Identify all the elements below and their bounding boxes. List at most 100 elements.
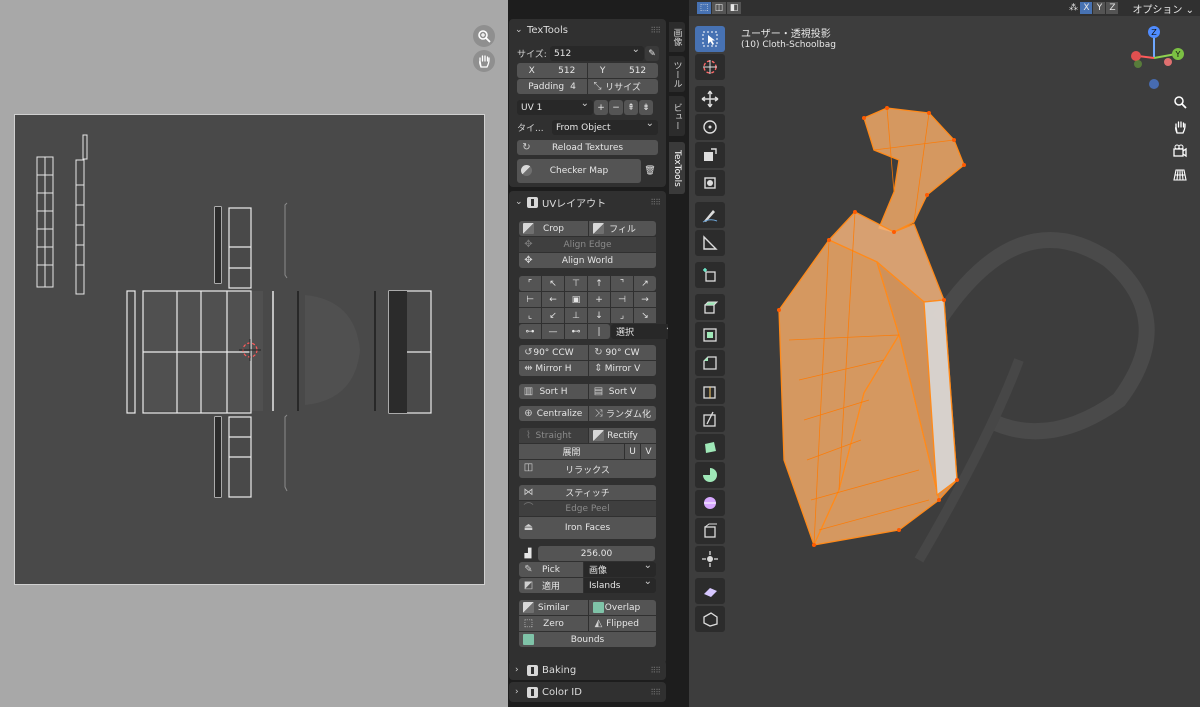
unwrap-v-button[interactable]: V <box>641 444 656 459</box>
select-zero-button[interactable]: ⬚ Zero <box>519 616 588 631</box>
align-top-arrow-icon[interactable]: ↑ <box>588 276 610 291</box>
select-overlap-button[interactable]: Overlap <box>589 600 656 615</box>
drag-handle-icon[interactable]: ⠿⠿ <box>650 26 661 35</box>
crop-button[interactable]: Crop <box>519 221 588 236</box>
straight-button[interactable]: ⌇ Straight <box>519 428 588 443</box>
shear-icon[interactable] <box>695 578 725 604</box>
padding-field[interactable]: Padding 4 <box>517 79 587 94</box>
align-h-center-icon[interactable]: ⊶ <box>519 324 541 339</box>
type-dropdown[interactable]: From Object <box>552 118 658 135</box>
extrude-icon[interactable] <box>695 294 725 320</box>
scale-icon[interactable] <box>695 142 725 168</box>
align-right-arrow-icon[interactable]: → <box>634 292 656 307</box>
add-cube-icon[interactable] <box>695 262 725 288</box>
align-bottom-left-arrow-icon[interactable]: ↙ <box>542 308 564 323</box>
align-edge-button[interactable]: ✥ Align Edge <box>519 237 656 252</box>
bevel-icon[interactable] <box>695 350 725 376</box>
apply-mode-dropdown[interactable]: Islands <box>584 576 656 593</box>
navigation-gizmo[interactable]: Z Y <box>1126 24 1190 94</box>
zoom-icon[interactable] <box>473 25 495 47</box>
align-bottom-right-icon[interactable]: ⌟ <box>611 308 633 323</box>
uv-layout-panel-header[interactable]: ⌄ UVレイアウト ⠿⠿ <box>509 191 666 213</box>
unwrap-u-button[interactable]: U <box>625 444 640 459</box>
align-right-icon[interactable]: ⊣ <box>611 292 633 307</box>
align-left-arrow-icon[interactable]: ← <box>542 292 564 307</box>
align-top-right-arrow-icon[interactable]: ↗ <box>634 276 656 291</box>
grid-perspective-icon[interactable] <box>1170 165 1190 185</box>
rotate-icon[interactable] <box>695 114 725 140</box>
reload-textures-button[interactable]: ↻ Reload Textures <box>517 140 658 155</box>
move-icon[interactable] <box>695 86 725 112</box>
rectify-button[interactable]: Rectify <box>589 428 656 443</box>
apply-button[interactable]: ◩ 適用 <box>519 578 583 593</box>
align-world-button[interactable]: ✥ Align World <box>519 253 656 268</box>
color-id-panel-header[interactable]: › Color ID ⠿⠿ <box>509 682 666 702</box>
align-v-line-icon[interactable]: | <box>588 324 610 339</box>
align-top-right-icon[interactable]: ⌝ <box>611 276 633 291</box>
align-bottom-arrow-icon[interactable]: ↓ <box>588 308 610 323</box>
drag-handle-icon[interactable]: ⠿⠿ <box>650 666 661 675</box>
move-up-icon[interactable]: ⇞ <box>624 100 638 115</box>
uv-channel-dropdown[interactable]: UV 1 <box>517 98 593 115</box>
eyedropper-icon[interactable]: ✎ <box>645 46 659 61</box>
align-center-arrow-icon[interactable]: + <box>588 292 610 307</box>
x-size-field[interactable]: X 512 <box>517 63 587 78</box>
texel-density-icon[interactable]: ▟ <box>519 546 537 561</box>
y-size-field[interactable]: Y 512 <box>588 63 658 78</box>
iron-faces-button[interactable]: ⏏ Iron Faces <box>519 517 656 539</box>
align-left-icon[interactable]: ⊢ <box>519 292 541 307</box>
fill-button[interactable]: フィル <box>589 221 656 236</box>
pick-button[interactable]: ✎ Pick <box>519 562 583 577</box>
align-top-left-arrow-icon[interactable]: ↖ <box>542 276 564 291</box>
align-v-center-icon[interactable]: ⊷ <box>565 324 587 339</box>
align-bottom-icon[interactable]: ⊥ <box>565 308 587 323</box>
poly-build-icon[interactable] <box>695 434 725 460</box>
rip-region-icon[interactable] <box>695 606 725 632</box>
add-uv-icon[interactable]: + <box>594 100 608 115</box>
align-center-icon[interactable]: ▣ <box>565 292 587 307</box>
tab-image[interactable]: 画像 <box>669 22 685 52</box>
schoolbag-mesh[interactable] <box>689 0 1200 707</box>
centralize-button[interactable]: ⊕ Centralize <box>519 406 588 421</box>
spin-icon[interactable] <box>695 462 725 488</box>
hand-pan-icon[interactable] <box>1170 117 1190 137</box>
rotate-cw-button[interactable]: ↻ 90° CW <box>589 345 656 360</box>
drag-handle-icon[interactable]: ⠿⠿ <box>650 688 661 697</box>
camera-icon[interactable] <box>1170 141 1190 161</box>
align-top-left-icon[interactable]: ⌜ <box>519 276 541 291</box>
relax-button[interactable]: ◫ リラックス <box>519 460 656 478</box>
unwrap-button[interactable]: 展開 <box>519 444 624 459</box>
texel-density-field[interactable]: 256.00 <box>538 546 655 561</box>
randomize-button[interactable]: ⤨ ランダム化 <box>589 406 656 421</box>
uv-canvas[interactable] <box>14 114 485 585</box>
align-bottom-right-arrow-icon[interactable]: ↘ <box>634 308 656 323</box>
loop-cut-icon[interactable] <box>695 378 725 404</box>
tab-view[interactable]: ビュー <box>669 96 685 136</box>
sort-h-button[interactable]: ▥ Sort H <box>519 384 588 399</box>
measure-icon[interactable] <box>695 230 725 256</box>
tab-textools[interactable]: TexTools <box>669 142 685 194</box>
select-flipped-button[interactable]: ◭ Flipped <box>589 616 656 631</box>
remove-uv-icon[interactable]: − <box>609 100 623 115</box>
stitch-button[interactable]: ⋈ スティッチ <box>519 485 656 500</box>
hand-pan-icon[interactable] <box>473 50 495 72</box>
select-bounds-button[interactable]: Bounds <box>519 632 656 647</box>
edge-slide-icon[interactable] <box>695 518 725 544</box>
baking-panel[interactable]: › Baking ⠿⠿ <box>509 660 666 680</box>
zoom-icon[interactable] <box>1170 92 1190 112</box>
edge-peel-button[interactable]: ⌒ Edge Peel <box>519 501 656 516</box>
sort-v-button[interactable]: ▤ Sort V <box>589 384 656 399</box>
select-similar-button[interactable]: Similar <box>519 600 588 615</box>
cursor-icon[interactable] <box>695 54 725 80</box>
move-down-icon[interactable]: ⇟ <box>639 100 653 115</box>
align-bottom-left-icon[interactable]: ⌞ <box>519 308 541 323</box>
select-box-icon[interactable] <box>695 26 725 52</box>
texture-panel-header[interactable]: ⌄ TexTools ⠿⠿ <box>509 19 666 41</box>
color-id-panel[interactable]: › Color ID ⠿⠿ <box>509 682 666 702</box>
align-top-icon[interactable]: ⊤ <box>565 276 587 291</box>
mirror-v-button[interactable]: ⇕ Mirror V <box>589 361 656 376</box>
tab-tool[interactable]: ツール <box>669 56 685 92</box>
transform-icon[interactable] <box>695 170 725 196</box>
annotate-icon[interactable] <box>695 202 725 228</box>
checker-map-button[interactable]: Checker Map <box>517 159 641 183</box>
